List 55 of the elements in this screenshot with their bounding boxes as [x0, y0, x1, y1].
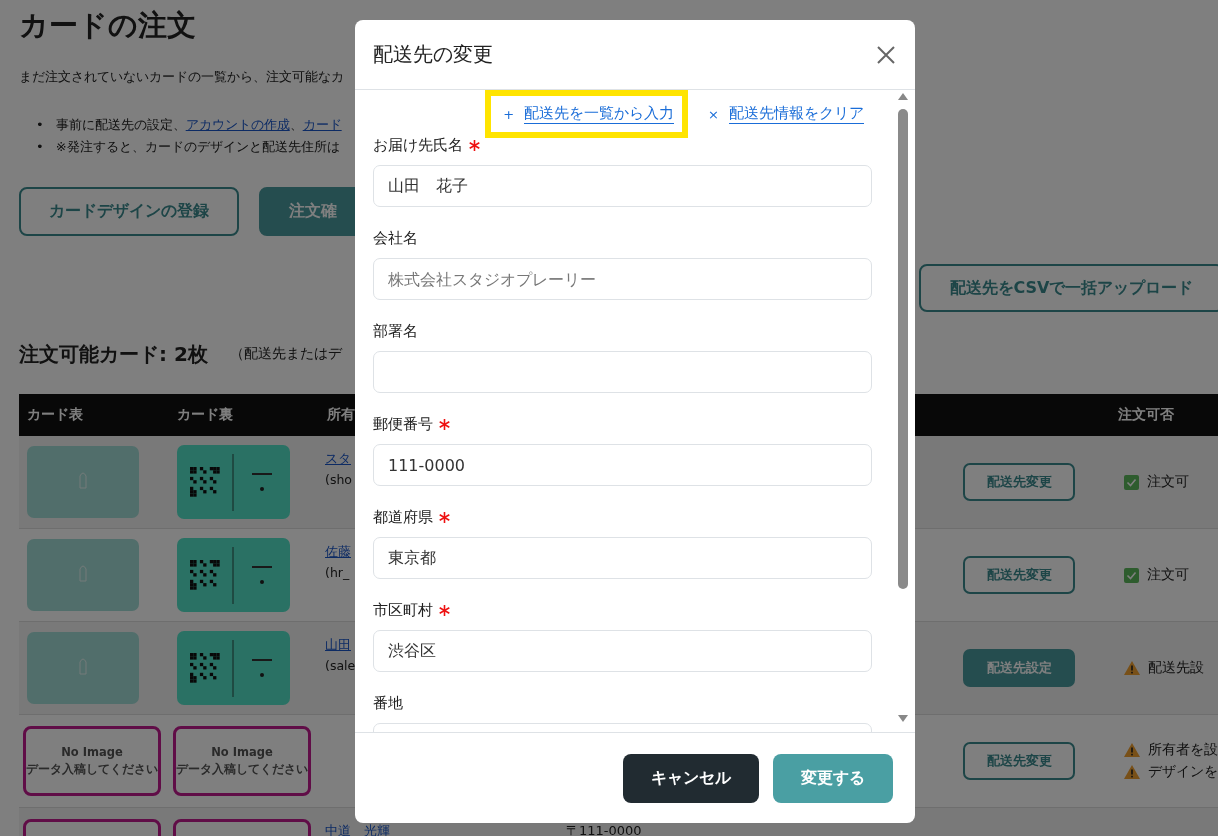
- action-button[interactable]: カードデザインの登録: [19, 187, 239, 236]
- owner-id: (sale: [325, 659, 356, 673]
- status-text: 注文可: [1147, 566, 1189, 584]
- field-label: お届け先氏名: [373, 135, 463, 155]
- placeholder-text: No Image: [211, 745, 273, 759]
- csv-upload-button[interactable]: 配送先をCSVで一括アップロード: [919, 264, 1218, 312]
- shipping-button[interactable]: 配送先設定: [963, 649, 1075, 687]
- status-text: 注文可: [1147, 473, 1189, 491]
- input-field[interactable]: 株式会社スタジオプレーリー: [373, 258, 872, 300]
- field-label: 会社名: [373, 228, 418, 248]
- owner-id: (hr_: [325, 566, 350, 580]
- note-link[interactable]: カード: [302, 117, 342, 132]
- bullet-mark: •: [36, 138, 44, 156]
- shipping-button[interactable]: 配送先変更: [963, 463, 1075, 501]
- status-text: 配送先設: [1148, 659, 1204, 677]
- page-description: まだ注文されていないカードの一覧から、注文可能なカ: [19, 68, 345, 86]
- placeholder-text: データ入稿してください: [176, 762, 308, 777]
- link-icon: +: [503, 106, 515, 122]
- owner-link[interactable]: 中道 光輝: [325, 824, 390, 836]
- shipping-button[interactable]: 配送先変更: [963, 742, 1075, 780]
- bullet-mark: •: [36, 116, 44, 134]
- field-label: 市区町村: [373, 600, 433, 620]
- column-header: カード裏: [169, 394, 319, 436]
- note-text: ※発注すると、カードのデザインと配送先住所は: [55, 138, 340, 156]
- footer-button[interactable]: 変更する: [773, 753, 893, 803]
- status-text: 所有者を設: [1148, 741, 1218, 759]
- page-title: カードの注文: [19, 7, 197, 43]
- input-field[interactable]: 111-0000: [373, 444, 872, 486]
- section-note: （配送先またはデ: [229, 345, 342, 363]
- column-header: カード表: [19, 394, 169, 436]
- field-label: 郵便番号: [373, 414, 433, 434]
- owner-id: (sho: [325, 473, 352, 487]
- link-icon: ×: [708, 106, 719, 122]
- field-label: 都道府県: [373, 507, 433, 527]
- column-header: 注文可否: [1110, 394, 1218, 436]
- owner-link[interactable]: スタ: [325, 452, 351, 465]
- field-label: 番地: [373, 693, 403, 713]
- owner-link[interactable]: 山田: [325, 638, 351, 651]
- section-title: 注文可能カード: 2枚: [19, 340, 208, 368]
- placeholder-text: データ入稿してください: [26, 762, 158, 777]
- input-field[interactable]: 渋谷区: [373, 630, 872, 672]
- footer-button[interactable]: キャンセル: [623, 753, 759, 803]
- note-text: 事前に配送先の設定、アカウントの作成、カード: [55, 116, 342, 134]
- placeholder-text: No Image: [61, 745, 123, 759]
- owner-link[interactable]: 佐藤: [325, 545, 351, 558]
- input-field[interactable]: 東京都: [373, 537, 872, 579]
- modal-title: 配送先の変更: [373, 41, 493, 68]
- field-label: 部署名: [373, 321, 418, 341]
- note-link[interactable]: アカウントの作成: [185, 117, 290, 132]
- input-field[interactable]: 山田 花子: [373, 165, 872, 207]
- modal-link[interactable]: 配送先を一覧から入力: [524, 104, 675, 124]
- modal-link[interactable]: 配送先情報をクリア: [729, 104, 864, 124]
- address-text: 〒111-0000: [566, 824, 642, 836]
- shipping-button[interactable]: 配送先変更: [963, 556, 1075, 594]
- status-text: デザインを: [1148, 763, 1218, 781]
